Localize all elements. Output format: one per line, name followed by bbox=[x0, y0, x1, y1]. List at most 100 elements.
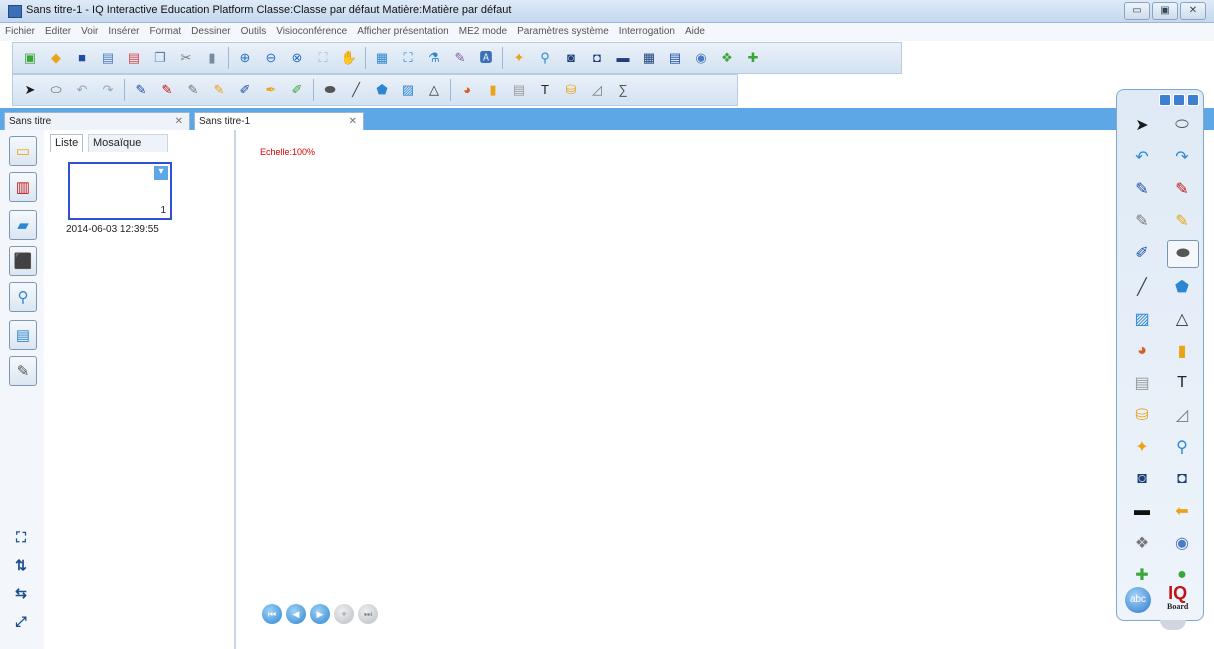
iq-board-logo[interactable]: IQ Board bbox=[1167, 584, 1188, 614]
ruler-icon[interactable]: ◿ bbox=[1167, 402, 1197, 428]
close-tab-icon[interactable]: ✕ bbox=[175, 113, 183, 131]
subject-tools-icon[interactable]: ⬛ bbox=[9, 246, 37, 276]
collapse-icon[interactable]: ⤢ bbox=[11, 612, 31, 630]
menu-item-outils[interactable]: Outils bbox=[236, 23, 272, 41]
eraser-icon[interactable]: ⬬ bbox=[1167, 240, 1199, 268]
new-page-icon[interactable]: ▣ bbox=[21, 49, 39, 67]
graph-icon[interactable]: ▨ bbox=[1127, 306, 1157, 332]
close-window-button[interactable]: ✕ bbox=[1180, 2, 1206, 20]
delete-page-icon[interactable]: ▤ bbox=[125, 49, 143, 67]
highlighter-icon[interactable]: ✎ bbox=[1167, 208, 1197, 234]
prev-page-button[interactable]: ◀ bbox=[286, 604, 306, 624]
tab-sans-titre[interactable]: Sans titre ✕ bbox=[4, 112, 190, 130]
fill-icon[interactable]: ⛁ bbox=[1127, 402, 1157, 428]
handwriting-abc-button[interactable]: abc bbox=[1125, 587, 1151, 613]
copy-icon[interactable]: ❐ bbox=[151, 49, 169, 67]
ruler-icon[interactable]: ◿ bbox=[588, 81, 606, 99]
menu-item-visioconf-rence[interactable]: Visioconférence bbox=[271, 23, 352, 41]
pen-red-icon[interactable]: ✎ bbox=[158, 81, 176, 99]
fit-icon[interactable]: ⛶ bbox=[314, 49, 332, 67]
curtain-icon[interactable]: ◘ bbox=[588, 49, 606, 67]
page-list-icon[interactable]: ▭ bbox=[9, 136, 37, 166]
add-page-button[interactable]: + bbox=[334, 604, 354, 624]
zoom-dropdown-icon[interactable]: ⊗ bbox=[288, 49, 306, 67]
board-icon[interactable]: ▤ bbox=[666, 49, 684, 67]
graph-icon[interactable]: ▨ bbox=[399, 81, 417, 99]
redo-icon[interactable]: ↷ bbox=[1167, 144, 1197, 170]
brush-icon[interactable]: ✐ bbox=[1127, 240, 1157, 266]
pie-chart-icon[interactable]: ◕ bbox=[1127, 338, 1157, 364]
undo-icon[interactable]: ↶ bbox=[1127, 144, 1157, 170]
toolbox-minimize-icon[interactable] bbox=[1159, 94, 1171, 106]
test-tubes-icon[interactable]: ⚗ bbox=[425, 49, 443, 67]
menu-item-fichier[interactable]: Fichier bbox=[0, 23, 40, 41]
menu-item-afficher-pr-sentation[interactable]: Afficher présentation bbox=[352, 23, 454, 41]
fullscreen-panel-icon[interactable]: ⛶ bbox=[11, 528, 31, 546]
toolbox-close-icon[interactable] bbox=[1187, 94, 1199, 106]
magic-icon[interactable]: ✦ bbox=[510, 49, 528, 67]
camera-icon[interactable]: ◉ bbox=[1167, 530, 1197, 556]
menu-item-param-tres-syst-me[interactable]: Paramètres système bbox=[512, 23, 614, 41]
text-icon[interactable]: T bbox=[1167, 370, 1197, 396]
triangle-icon[interactable]: △ bbox=[425, 81, 443, 99]
text-icon[interactable]: T bbox=[536, 81, 554, 99]
formula-icon[interactable]: ∑ bbox=[614, 81, 632, 99]
save-as-icon[interactable]: ▤ bbox=[99, 49, 117, 67]
page-thumbnail[interactable]: ▾ 1 bbox=[68, 162, 172, 220]
open-icon[interactable]: ◆ bbox=[47, 49, 65, 67]
hand-pan-icon[interactable]: ✋ bbox=[340, 49, 358, 67]
cut-icon[interactable]: ✂ bbox=[177, 49, 195, 67]
mouse-icon[interactable]: ⬭ bbox=[47, 81, 65, 99]
library-icon[interactable]: ▥ bbox=[9, 172, 37, 202]
pen-blue-icon[interactable]: ✎ bbox=[1127, 176, 1157, 202]
paste-icon[interactable]: ▮ bbox=[203, 49, 221, 67]
screen-capture-icon[interactable]: ▦ bbox=[373, 49, 391, 67]
grid-icon[interactable]: ▦ bbox=[640, 49, 658, 67]
pen-grey-icon[interactable]: ✎ bbox=[184, 81, 202, 99]
shape-icon[interactable]: ⬟ bbox=[1167, 274, 1197, 300]
menu-item-editer[interactable]: Editer bbox=[40, 23, 76, 41]
bar-chart-icon[interactable]: ▮ bbox=[1167, 338, 1197, 364]
zoom-out-icon[interactable]: ⊖ bbox=[262, 49, 280, 67]
table-icon[interactable]: ▤ bbox=[1127, 370, 1157, 396]
sort-icon[interactable]: ⇅ bbox=[11, 556, 31, 574]
toolbox-drag-handle[interactable] bbox=[1160, 620, 1186, 630]
triangle-icon[interactable]: △ bbox=[1167, 306, 1197, 332]
calligraphy-icon[interactable]: ✒ bbox=[262, 81, 280, 99]
menu-item-dessiner[interactable]: Dessiner bbox=[186, 23, 235, 41]
tab-mosaique[interactable]: Mosaïque bbox=[88, 134, 168, 152]
tab-sans-titre-1[interactable]: Sans titre-1 ✕ bbox=[194, 112, 364, 130]
menu-item-format[interactable]: Format bbox=[145, 23, 187, 41]
mouse-icon[interactable]: ⬭ bbox=[1167, 112, 1197, 138]
magnifier-icon[interactable]: ⚲ bbox=[536, 49, 554, 67]
fullscreen-icon[interactable]: ⛶ bbox=[399, 49, 417, 67]
line-icon[interactable]: ╱ bbox=[347, 81, 365, 99]
menu-item-me2-mode[interactable]: ME2 mode bbox=[454, 23, 512, 41]
camera-icon[interactable]: ◉ bbox=[692, 49, 710, 67]
fill-icon[interactable]: ⛁ bbox=[562, 81, 580, 99]
brush-icon[interactable]: ✐ bbox=[236, 81, 254, 99]
next-page-button[interactable]: ▶ bbox=[310, 604, 330, 624]
maximize-button[interactable]: ▣ bbox=[1152, 2, 1178, 20]
minimize-button[interactable]: ▭ bbox=[1124, 2, 1150, 20]
save-icon[interactable]: ■ bbox=[73, 49, 91, 67]
back-arrow-icon[interactable]: ⬅ bbox=[1167, 498, 1197, 524]
undo-icon[interactable]: ↶ bbox=[73, 81, 91, 99]
puzzle-icon[interactable]: ✚ bbox=[1127, 562, 1157, 588]
close-tab-icon[interactable]: ✕ bbox=[349, 113, 357, 131]
highlighter-icon[interactable]: ✎ bbox=[210, 81, 228, 99]
tools-icon[interactable]: ❖ bbox=[1127, 530, 1157, 556]
redo-icon[interactable]: ↷ bbox=[99, 81, 117, 99]
floating-toolbox[interactable]: ➤ ⬭ ↶ ↷ ✎ ✎ ✎ ✎ ✐ ⬬ ╱ ⬟ ▨ △ ◕ ▮ ▤ T ⛁ ◿ ✦ ⚲ ◙ ◘ ▬ ⬅ ❖ ◉ ✚ ● abc IQ Bo… bbox=[1116, 89, 1204, 621]
tab-liste[interactable]: Liste bbox=[50, 134, 84, 152]
pen-red-icon[interactable]: ✎ bbox=[1167, 176, 1197, 202]
select-arrow-icon[interactable]: ➤ bbox=[1127, 112, 1157, 138]
black-screen-icon[interactable]: ▬ bbox=[1127, 498, 1157, 524]
select-arrow-icon[interactable]: ➤ bbox=[21, 81, 39, 99]
line-icon[interactable]: ╱ bbox=[1127, 274, 1157, 300]
pie-chart-icon[interactable]: ◕ bbox=[458, 81, 476, 99]
thumbnail-menu-icon[interactable]: ▾ bbox=[154, 166, 168, 180]
eraser-icon[interactable]: ⬬ bbox=[321, 81, 339, 99]
menu-item-interrogation[interactable]: Interrogation bbox=[614, 23, 680, 41]
zoom-in-icon[interactable]: ⊕ bbox=[236, 49, 254, 67]
